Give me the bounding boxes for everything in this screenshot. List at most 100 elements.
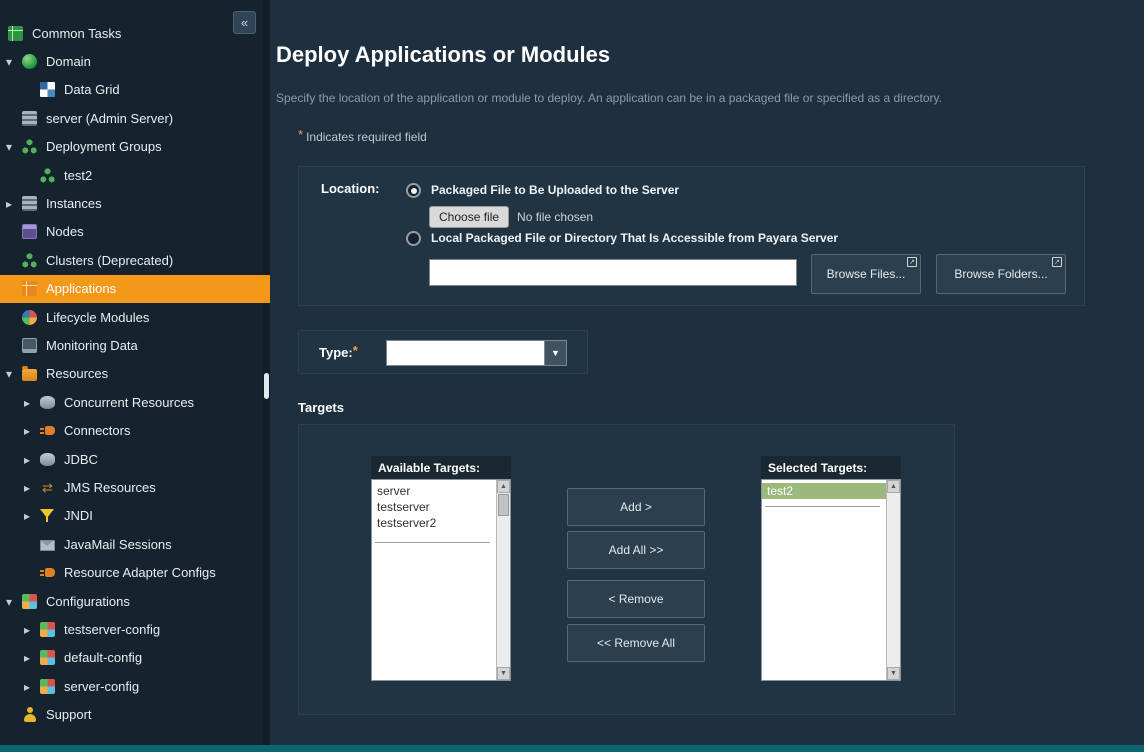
selected-targets-header: Selected Targets: [761,456,901,479]
sidebar-item-configurations[interactable]: Configurations [0,587,270,615]
sidebar-item-support[interactable]: Support [0,700,270,728]
chevron-down-icon[interactable] [6,139,22,154]
sidebar-item-label: Connectors [64,423,130,438]
scroll-up-icon[interactable] [497,480,510,493]
type-label-text: Type: [319,345,353,360]
funnel-icon [40,508,55,523]
bottom-accent-bar [0,745,1144,752]
location-section: Location: Packaged File to Be Uploaded t… [298,166,1085,306]
database-icon [40,453,55,466]
sidebar-item-label: JMS Resources [64,480,156,495]
scroll-thumb[interactable] [498,494,509,516]
sidebar-item-concurrent-resources[interactable]: Concurrent Resources [0,388,270,416]
sidebar-item-label: Resources [46,366,108,381]
person-icon [22,707,37,722]
list-item[interactable]: server [372,483,496,499]
chevron-down-icon[interactable] [6,366,22,381]
sidebar-item-nodes[interactable]: Nodes [0,218,270,246]
chevron-down-icon[interactable] [6,54,22,69]
chevron-right-icon[interactable] [24,679,40,694]
type-label: Type:* [319,345,361,360]
targets-section: Available Targets: server testserver tes… [298,424,955,715]
sidebar-nav: Common Tasks Domain Data Grid server (Ad… [0,19,270,729]
sidebar-item-server-admin-server[interactable]: server (Admin Server) [0,104,270,132]
local-path-radio[interactable] [406,231,421,246]
sidebar-item-jms-resources[interactable]: JMS Resources [0,473,270,501]
sidebar-item-lifecycle-modules[interactable]: Lifecycle Modules [0,303,270,331]
local-path-input[interactable] [429,259,797,286]
add-button[interactable]: Add > [567,488,705,526]
sidebar-item-deployment-groups[interactable]: Deployment Groups [0,133,270,161]
sidebar-item-resources[interactable]: Resources [0,360,270,388]
sidebar-item-applications[interactable]: Applications [0,275,270,303]
sidebar-item-monitoring-data[interactable]: Monitoring Data [0,331,270,359]
sidebar-item-label: Deployment Groups [46,139,162,154]
config-icon [40,679,55,694]
chevron-right-icon[interactable] [24,395,40,410]
sidebar-item-test2[interactable]: test2 [0,161,270,189]
database-icon [40,396,55,409]
sidebar-item-label: Common Tasks [32,26,121,41]
sidebar-item-testserver-config[interactable]: testserver-config [0,615,270,643]
sidebar-item-label: Instances [46,196,102,211]
chevron-down-icon[interactable] [6,594,22,609]
sidebar-item-server-config[interactable]: server-config [0,672,270,700]
sidebar-collapse-button[interactable]: « [233,11,256,34]
available-targets-items: server testserver testserver2 [372,480,496,680]
browse-files-button[interactable]: Browse Files... [811,254,921,294]
config-icon [22,594,37,609]
available-targets-listbox[interactable]: server testserver testserver2 [371,479,511,681]
sidebar-item-common-tasks[interactable]: Common Tasks [0,19,270,47]
scroll-down-icon[interactable] [887,667,900,680]
sidebar-item-resource-adapter-configs[interactable]: Resource Adapter Configs [0,558,270,586]
remove-all-button[interactable]: << Remove All [567,624,705,662]
chevron-right-icon[interactable] [6,196,22,211]
sidebar-item-clusters-deprecated[interactable]: Clusters (Deprecated) [0,246,270,274]
sidebar-item-label: server (Admin Server) [46,111,173,126]
sidebar-item-label: test2 [64,168,92,183]
sidebar-item-javamail-sessions[interactable]: JavaMail Sessions [0,530,270,558]
sidebar-item-instances[interactable]: Instances [0,189,270,217]
sidebar-item-default-config[interactable]: default-config [0,644,270,672]
sidebar-item-domain[interactable]: Domain [0,47,270,75]
listbox-scrollbar[interactable] [886,480,900,680]
sidebar: Common Tasks Domain Data Grid server (Ad… [0,0,270,745]
selected-targets-listbox[interactable]: test2 [761,479,901,681]
external-link-icon [1052,257,1062,267]
remove-button[interactable]: < Remove [567,580,705,618]
sidebar-scrollbar-thumb[interactable] [264,373,269,399]
folder-icon [22,369,37,381]
sidebar-item-label: Concurrent Resources [64,395,194,410]
upload-option-label[interactable]: Packaged File to Be Uploaded to the Serv… [431,183,679,197]
sidebar-item-connectors[interactable]: Connectors [0,416,270,444]
sidebar-item-data-grid[interactable]: Data Grid [0,76,270,104]
listbox-scrollbar[interactable] [496,480,510,680]
chevron-right-icon[interactable] [24,423,40,438]
scroll-down-icon[interactable] [497,667,510,680]
local-option-label[interactable]: Local Packaged File or Directory That Is… [431,231,838,245]
page-subtitle: Specify the location of the application … [276,91,942,105]
cluster-icon [22,139,37,154]
list-item[interactable]: testserver2 [372,515,496,531]
chevron-right-icon[interactable] [24,508,40,523]
choose-file-button[interactable]: Choose file [429,206,509,228]
targets-heading: Targets [298,400,344,415]
add-all-button[interactable]: Add All >> [567,531,705,569]
data-grid-icon [40,82,55,97]
sidebar-item-label: Data Grid [64,82,120,97]
scroll-up-icon[interactable] [887,480,900,493]
chevron-right-icon[interactable] [24,622,40,637]
browse-folders-button[interactable]: Browse Folders... [936,254,1066,294]
type-select[interactable] [386,340,567,366]
sidebar-item-jndi[interactable]: JNDI [0,502,270,530]
chevron-right-icon[interactable] [24,650,40,665]
sidebar-item-jdbc[interactable]: JDBC [0,445,270,473]
browse-folders-label: Browse Folders... [954,267,1047,281]
chevron-right-icon[interactable] [24,480,40,495]
list-item-selected[interactable]: test2 [762,483,886,499]
chevron-right-icon[interactable] [24,452,40,467]
config-icon [40,650,55,665]
list-item[interactable]: testserver [372,499,496,515]
upload-file-radio[interactable] [406,183,421,198]
sidebar-item-label: server-config [64,679,139,694]
